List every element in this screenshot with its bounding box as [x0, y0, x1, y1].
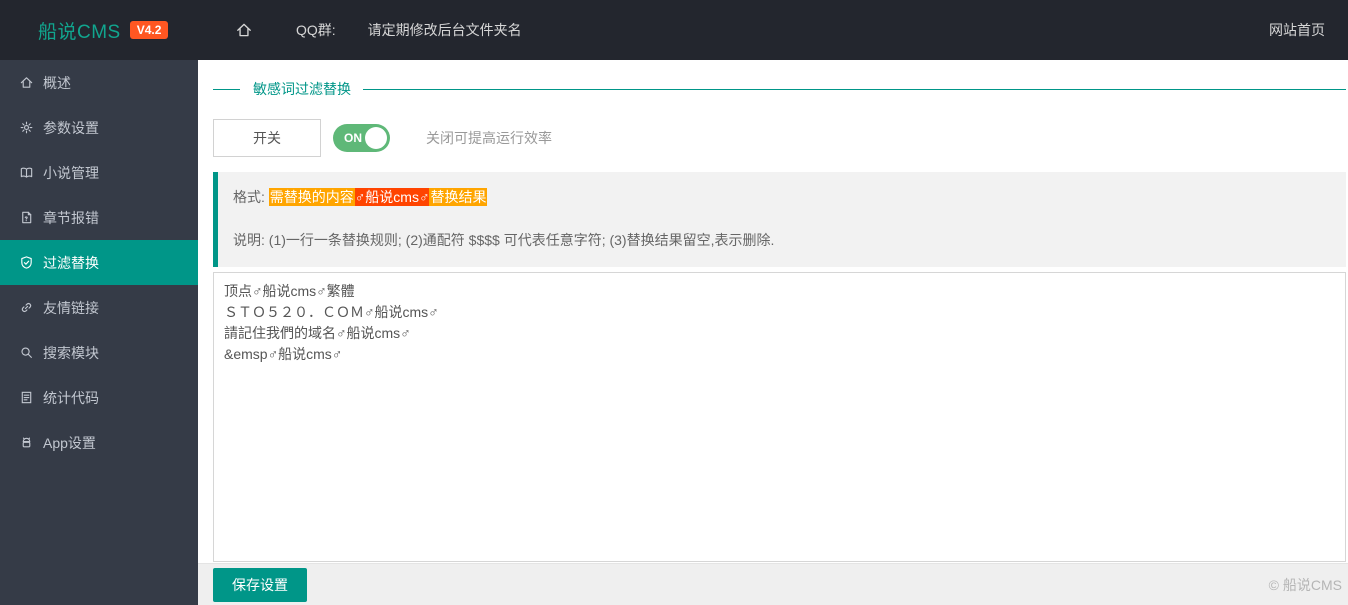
report-icon	[19, 210, 34, 225]
gear-icon	[19, 120, 34, 135]
home-icon	[19, 75, 34, 90]
shield-check-icon	[19, 255, 34, 270]
main-content: 敏感词过滤替换 开关 ON 关闭可提高运行效率 格式: 需替换的内容♂船说cms…	[198, 60, 1348, 605]
sidebar-item-stats-code[interactable]: 统计代码	[0, 375, 198, 420]
book-icon	[19, 165, 34, 180]
copyright-text: © 船说CMS	[1268, 576, 1342, 593]
format-result-highlight: 替换结果	[429, 188, 488, 206]
toggle-on-label: ON	[344, 131, 362, 145]
legend-right-line	[363, 88, 1346, 90]
header-notice-text: 请定期修改后台文件夹名	[367, 22, 522, 38]
sidebar-item-params[interactable]: 参数设置	[0, 105, 198, 150]
toggle-knob	[365, 127, 387, 149]
app-logo[interactable]: 船说CMS V4.2	[0, 17, 198, 44]
sidebar-item-novels[interactable]: 小说管理	[0, 150, 198, 195]
document-icon	[19, 390, 34, 405]
sidebar-item-filter-replace[interactable]: 过滤替换	[0, 240, 198, 285]
sidebar-item-friend-links[interactable]: 友情链接	[0, 285, 198, 330]
admin-page: 船说CMS V4.2 QQ群: 请定期修改后台文件夹名 网站首页 概述 参数设置…	[0, 0, 1348, 605]
sidebar-item-label: 小说管理	[43, 164, 99, 181]
filter-toggle[interactable]: ON	[333, 124, 390, 152]
top-header: 船说CMS V4.2 QQ群: 请定期修改后台文件夹名 网站首页	[0, 0, 1348, 60]
link-icon	[19, 300, 34, 315]
sidebar-item-search-module[interactable]: 搜索模块	[0, 330, 198, 375]
format-source-highlight: 需替换的内容	[268, 188, 355, 206]
qq-group-label: QQ群:	[296, 22, 336, 38]
legend-left-line	[213, 88, 240, 90]
sidebar-item-overview[interactable]: 概述	[0, 60, 198, 105]
switch-label: 开关	[213, 119, 321, 157]
bottom-action-bar: 保存设置 © 船说CMS	[198, 563, 1348, 605]
sidebar-item-label: 过滤替换	[43, 254, 99, 271]
sidebar-item-label: 概述	[43, 74, 71, 91]
replace-rules-textarea[interactable]: 顶点♂船说cms♂繁體 ＳＴＯ５２０．ＣＯＭ♂船说cms♂ 請記住我們的域名♂船…	[213, 272, 1346, 562]
sidebar-item-app-settings[interactable]: App设置	[0, 420, 198, 465]
section-title: 敏感词过滤替换	[253, 81, 351, 97]
format-help-box: 格式: 需替换的内容♂船说cms♂替换结果 说明: (1)一行一条替换规则; (…	[213, 172, 1346, 267]
save-settings-button[interactable]: 保存设置	[213, 567, 307, 602]
section-legend: 敏感词过滤替换	[213, 79, 1346, 99]
format-label: 格式:	[233, 189, 265, 205]
sidebar-item-label: 统计代码	[43, 389, 99, 406]
sidebar-item-label: 搜索模块	[43, 344, 99, 361]
home-icon	[235, 21, 253, 39]
app-logo-text: 船说CMS	[38, 21, 121, 43]
sidebar-item-label: 章节报错	[43, 209, 99, 226]
sidebar-item-label: 友情链接	[43, 299, 99, 316]
search-icon	[19, 345, 34, 360]
site-home-link[interactable]: 网站首页	[1269, 20, 1325, 40]
sidebar-item-label: 参数设置	[43, 119, 99, 136]
header-home-link[interactable]	[235, 21, 253, 39]
format-separator-highlight: ♂船说cms♂	[354, 188, 430, 206]
android-icon	[19, 435, 34, 450]
format-note: 说明: (1)一行一条替换规则; (2)通配符 $$$$ 可代表任意字符; (3…	[233, 232, 775, 248]
version-badge: V4.2	[129, 21, 169, 39]
sidebar-item-label: App设置	[43, 434, 96, 451]
switch-hint-text: 关闭可提高运行效率	[426, 130, 552, 146]
sidebar-item-chapter-errors[interactable]: 章节报错	[0, 195, 198, 240]
format-line: 格式: 需替换的内容♂船说cms♂替换结果	[233, 187, 1331, 207]
sidebar-nav: 概述 参数设置 小说管理 章节报错 过滤替换 友情链接 搜索模块 统计代码 Ap…	[0, 60, 198, 605]
switch-row: 开关 ON 关闭可提高运行效率	[213, 118, 1346, 158]
